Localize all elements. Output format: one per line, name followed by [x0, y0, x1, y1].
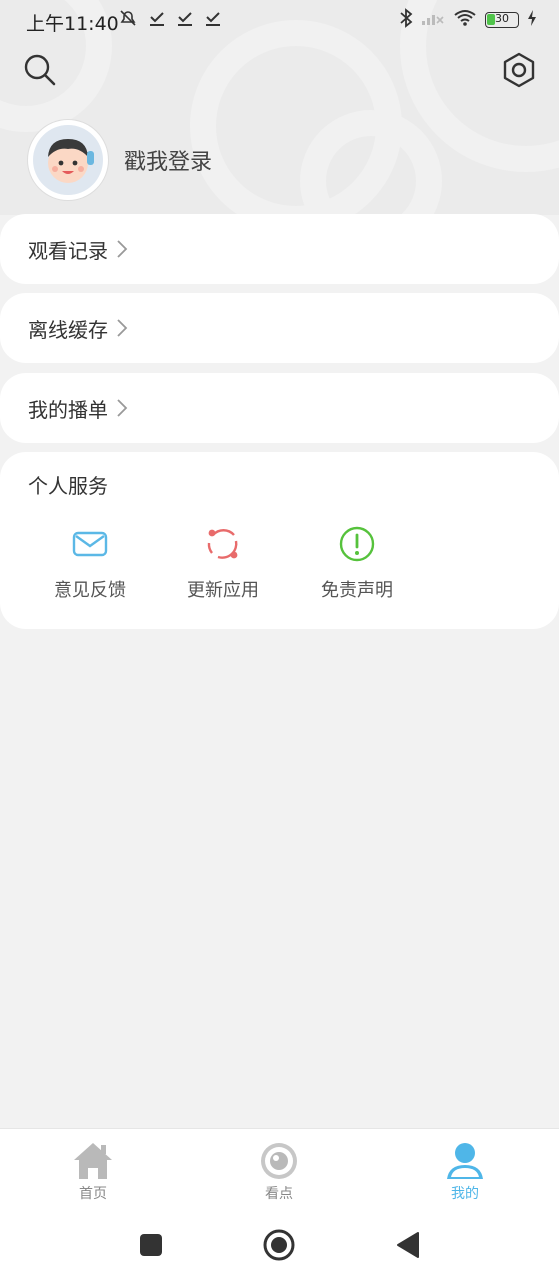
circle-icon [263, 1229, 295, 1261]
refresh-icon [203, 524, 243, 564]
menu-item-label: 观看记录 [28, 238, 108, 263]
mail-icon [70, 524, 110, 564]
battery-level: 30 [495, 12, 509, 25]
update-app-button[interactable]: 更新应用 [163, 524, 283, 602]
wifi-icon [453, 9, 477, 31]
menu-item-offline-cache[interactable]: 离线缓存 [0, 293, 559, 363]
chevron-right-icon [116, 398, 128, 418]
avatar[interactable] [28, 120, 108, 200]
chevron-right-icon [116, 239, 128, 259]
tab-mine[interactable]: 我的 [415, 1139, 515, 1203]
home-nav-button[interactable] [262, 1228, 296, 1262]
avatar-icon [33, 125, 103, 195]
search-icon [24, 54, 56, 86]
tab-label: 我的 [451, 1186, 479, 1202]
bluetooth-icon [399, 8, 413, 32]
service-label: 更新应用 [187, 580, 259, 601]
recent-apps-button[interactable] [134, 1228, 168, 1262]
tab-highlights[interactable]: 看点 [229, 1139, 329, 1203]
settings-button[interactable] [499, 50, 539, 90]
chevron-right-icon [116, 318, 128, 338]
mute-icon [118, 8, 138, 32]
tab-label: 看点 [265, 1186, 293, 1202]
profile-section[interactable]: 戳我登录 [28, 120, 212, 200]
disclaimer-button[interactable]: 免责声明 [297, 524, 417, 602]
back-triangle-icon [397, 1232, 419, 1258]
bottom-tab-bar: 首页 看点 我的 [0, 1128, 559, 1211]
gear-icon [503, 52, 535, 88]
charging-icon [527, 9, 537, 31]
service-label: 意见反馈 [54, 580, 126, 601]
check-icon [204, 9, 222, 31]
tab-label: 首页 [79, 1186, 107, 1202]
feedback-button[interactable]: 意见反馈 [30, 524, 150, 602]
service-label: 免责声明 [321, 580, 393, 601]
tab-home[interactable]: 首页 [43, 1139, 143, 1203]
menu-item-my-playlist[interactable]: 我的播单 [0, 373, 559, 443]
status-bar: 上午11:40 30 [0, 0, 559, 42]
status-time: 上午11:40 [26, 13, 119, 35]
menu-item-watch-history[interactable]: 观看记录 [0, 214, 559, 284]
home-icon [71, 1139, 115, 1183]
login-prompt[interactable]: 戳我登录 [124, 144, 212, 176]
battery-icon: 30 [485, 12, 519, 28]
menu-item-label: 离线缓存 [28, 317, 108, 342]
user-icon [443, 1139, 487, 1183]
square-icon [140, 1234, 162, 1256]
signal-icon [421, 9, 445, 31]
eye-icon [257, 1139, 301, 1183]
personal-services-card: 个人服务 意见反馈 更新应用 免责声明 [0, 452, 559, 629]
check-icon [148, 9, 166, 31]
search-button[interactable] [20, 50, 60, 90]
system-nav-bar [0, 1210, 559, 1280]
check-icon [176, 9, 194, 31]
section-title: 个人服务 [28, 474, 108, 498]
back-button[interactable] [390, 1228, 424, 1262]
exclamation-icon [337, 524, 377, 564]
menu-item-label: 我的播单 [28, 397, 108, 422]
